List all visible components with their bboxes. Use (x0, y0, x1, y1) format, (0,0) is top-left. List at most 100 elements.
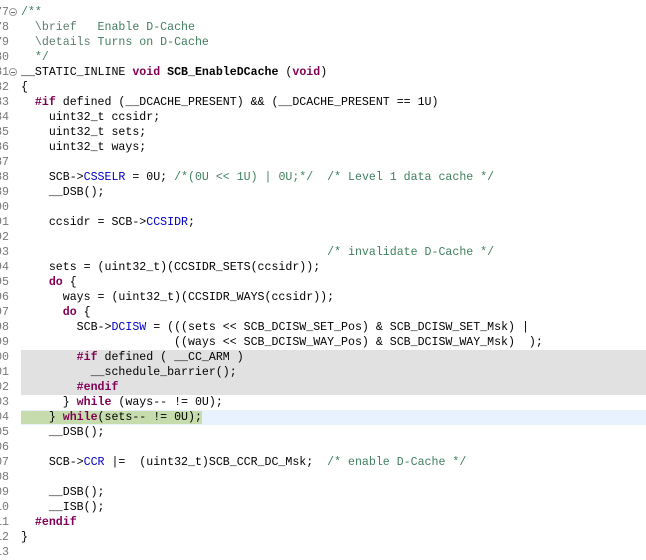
code-text[interactable]: #if defined ( __CC_ARM ) (21, 349, 646, 365)
code-text[interactable]: sets = (uint32_t)(CCSIDR_SETS(ccsidr)); (21, 260, 646, 275)
code-line[interactable]: 94 sets = (uint32_t)(CCSIDR_SETS(ccsidr)… (0, 260, 646, 275)
code-line[interactable]: 80 */ (0, 50, 646, 65)
code-line[interactable]: 108 (0, 470, 646, 485)
code-text[interactable] (21, 440, 646, 455)
code-line[interactable]: 111 #endif (0, 515, 646, 530)
code-line[interactable]: 95 do { (0, 275, 646, 290)
inactive-code-line[interactable]: 102 #endif (0, 379, 646, 395)
code-line[interactable]: 93 /* invalidate D-Cache */ (0, 245, 646, 260)
code-line[interactable]: 110 __ISB(); (0, 500, 646, 515)
code-text[interactable]: __ISB(); (21, 500, 646, 515)
code-text[interactable]: ways = (uint32_t)(CCSIDR_WAYS(ccsidr)); (21, 290, 646, 305)
code-line[interactable]: 106 (0, 440, 646, 455)
code-text[interactable]: { (21, 80, 646, 95)
code-line[interactable]: 87 (0, 155, 646, 170)
code-line[interactable]: 88 SCB->CSSELR = 0U; /*(0U << 1U) | 0U;*… (0, 170, 646, 185)
code-line[interactable]: 86 uint32_t ways; (0, 140, 646, 155)
code-line[interactable]: 105 __DSB(); (0, 425, 646, 440)
inactive-code-line[interactable]: 100 #if defined ( __CC_ARM ) (0, 349, 646, 365)
code-line[interactable]: 113 (0, 545, 646, 560)
code-line[interactable]: 92 (0, 230, 646, 245)
line-number-clip: 110 (0, 500, 9, 515)
code-line[interactable]: 103 } while (ways-- != 0U); (0, 395, 646, 410)
code-line[interactable]: 84 uint32_t ccsidr; (0, 110, 646, 125)
code-text[interactable]: __STATIC_INLINE void SCB_EnableDCache (v… (21, 65, 646, 80)
code-text[interactable]: #endif (21, 379, 646, 395)
code-token: uint32_t ccsidr; (21, 110, 161, 124)
comment-token: /* invalidate D-Cache */ (327, 245, 495, 259)
line-number-clip: 94 (0, 260, 9, 275)
code-text[interactable]: uint32_t ways; (21, 140, 646, 155)
code-line[interactable]: 109 __DSB(); (0, 485, 646, 500)
code-line[interactable]: 79 \details Turns on D-Cache (0, 35, 646, 50)
code-text[interactable] (21, 230, 646, 245)
comment-token: \details (21, 35, 91, 49)
code-line[interactable]: 99 ((ways << SCB_DCISW_WAY_Pos) & SCB_DC… (0, 335, 646, 350)
keyword-token: void (292, 65, 321, 79)
code-text[interactable]: /* invalidate D-Cache */ (21, 245, 646, 260)
code-text[interactable] (21, 155, 646, 170)
code-line[interactable]: 97 do { (0, 305, 646, 320)
line-number: 103 (0, 395, 9, 409)
code-text[interactable]: */ (21, 50, 646, 65)
code-line[interactable]: 107 SCB->CCR |= (uint32_t)SCB_CCR_DC_Msk… (0, 455, 646, 470)
code-text[interactable]: __DSB(); (21, 425, 646, 440)
line-gutter: 102 (0, 380, 20, 395)
comment-token: Enable D-Cache (76, 20, 195, 34)
code-text[interactable]: #if defined (__DCACHE_PRESENT) && (__DCA… (21, 95, 646, 110)
code-text[interactable]: SCB->CSSELR = 0U; /*(0U << 1U) | 0U;*/ /… (21, 170, 646, 185)
code-text[interactable]: /** (21, 5, 646, 20)
code-line[interactable]: 81 __STATIC_INLINE void SCB_EnableDCache … (0, 65, 646, 80)
code-line[interactable]: 83 #if defined (__DCACHE_PRESENT) && (__… (0, 95, 646, 110)
fold-collapse-icon[interactable] (9, 67, 17, 76)
line-gutter: 92 (0, 230, 20, 245)
code-text[interactable]: #endif (21, 515, 646, 530)
code-line[interactable]: 77 /** (0, 5, 646, 20)
code-text[interactable]: do { (21, 275, 646, 290)
code-line[interactable]: 82 { (0, 80, 646, 95)
code-line[interactable]: 89 __DSB(); (0, 185, 646, 200)
code-line[interactable]: 98 SCB->DCISW = (((sets << SCB_DCISW_SET… (0, 320, 646, 335)
code-text[interactable]: \brief Enable D-Cache (21, 20, 646, 35)
code-text[interactable]: SCB->CCR |= (uint32_t)SCB_CCR_DC_Msk; /*… (21, 455, 646, 470)
code-text[interactable]: } while(sets-- != 0U); (21, 409, 646, 425)
code-text[interactable]: uint32_t ccsidr; (21, 110, 646, 125)
field-token: CCSIDR (146, 215, 188, 229)
code-text[interactable] (21, 545, 646, 560)
code-text[interactable]: __schedule_barrier(); (21, 364, 646, 380)
code-line[interactable]: 91 ccsidr = SCB->CCSIDR; (0, 215, 646, 230)
line-number: 108 (0, 470, 9, 484)
code-text[interactable] (21, 470, 646, 485)
line-number: 100 (0, 350, 9, 364)
line-gutter: 91 (0, 215, 20, 230)
code-token: ( (278, 65, 293, 79)
line-number-clip: 87 (0, 155, 9, 170)
current-code-line[interactable]: 104 } while(sets-- != 0U); (0, 409, 646, 425)
code-text[interactable]: __DSB(); (21, 185, 646, 200)
code-line[interactable]: 96 ways = (uint32_t)(CCSIDR_WAYS(ccsidr)… (0, 290, 646, 305)
code-text[interactable]: ccsidr = SCB->CCSIDR; (21, 215, 646, 230)
code-text[interactable]: ((ways << SCB_DCISW_WAY_Pos) & SCB_DCISW… (21, 335, 646, 350)
line-number-clip: 78 (0, 20, 9, 35)
code-text[interactable] (21, 200, 646, 215)
code-text[interactable]: uint32_t sets; (21, 125, 646, 140)
fold-collapse-icon[interactable] (9, 7, 17, 16)
code-text[interactable]: \details Turns on D-Cache (21, 35, 646, 50)
line-number: 79 (0, 35, 9, 49)
inactive-code-line[interactable]: 101 __schedule_barrier(); (0, 364, 646, 380)
code-text[interactable]: __DSB(); (21, 485, 646, 500)
code-text[interactable]: } (21, 530, 646, 545)
code-line[interactable]: 112} (0, 530, 646, 545)
line-number-clip: 95 (0, 275, 9, 290)
line-number-clip: 111 (0, 515, 9, 530)
code-line[interactable]: 78 \brief Enable D-Cache (0, 20, 646, 35)
code-text[interactable]: do { (21, 305, 646, 320)
code-editor[interactable]: 7677/**78 \brief Enable D-Cache79 \detai… (0, 0, 646, 560)
code-line[interactable]: 90 (0, 200, 646, 215)
code-text[interactable]: SCB->DCISW = (((sets << SCB_DCISW_SET_Po… (21, 320, 646, 335)
code-text[interactable]: } while (ways-- != 0U); (21, 395, 646, 410)
line-gutter: 109 (0, 485, 20, 500)
code-line[interactable]: 85 uint32_t sets; (0, 125, 646, 140)
